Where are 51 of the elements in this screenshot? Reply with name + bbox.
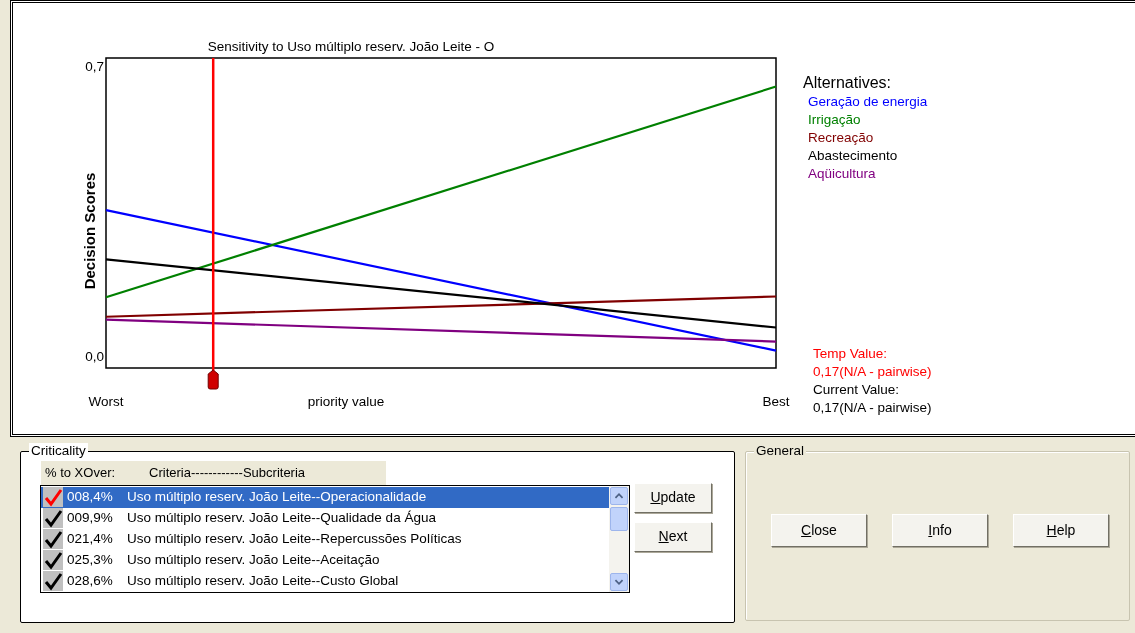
list-row[interactable]: 009,9% Uso múltiplo reserv. João Leite--Qualidade da Água (41, 507, 609, 529)
criteria-text: Uso múltiplo reserv. João Leite--Repercussões Políticas (127, 529, 462, 548)
scroll-up-icon[interactable] (610, 486, 628, 505)
axis-title: Decision Scores (81, 172, 98, 290)
percent-text: 021,4% (67, 529, 114, 548)
legend-item: Irrigação (808, 111, 862, 129)
legend-title: Alternatives: (803, 73, 893, 93)
axis-tick-label: Worst (88, 394, 124, 409)
temp-value: 0,17(N/A - pairwise) (813, 363, 932, 381)
criteria-text: Uso múltiplo reserv. João Leite--Custo Global (127, 571, 399, 590)
sensitivity-slider[interactable] (207, 58, 219, 390)
list-row[interactable]: 021,4% Uso múltiplo reserv. João Leite--Repercussões Políticas (41, 528, 609, 550)
column-header: % to XOver: (45, 464, 116, 482)
current-value: 0,17(N/A - pairwise) (813, 399, 932, 417)
scrollbar[interactable] (609, 485, 629, 592)
list-row[interactable]: 028,6% Uso múltiplo reserv. João Leite--Custo Global (41, 570, 609, 592)
legend-item: Abastecimento (808, 147, 899, 165)
criteria-list[interactable] (40, 484, 630, 593)
checkbox[interactable] (43, 529, 63, 549)
percent-text: 008,4% (67, 487, 114, 506)
list-row[interactable]: 025,3% Uso múltiplo reserv. João Leite--Aceitação (41, 549, 609, 571)
legend-item: Recreação (808, 129, 875, 147)
checkbox[interactable] (43, 508, 63, 528)
axis-tick-label: 0,0 (85, 348, 104, 364)
criteria-text: Uso múltiplo reserv. João Leite--Operacionalidade (127, 487, 427, 506)
next-button[interactable]: Next (634, 521, 712, 552)
dialog-button[interactable]: Help (1013, 514, 1109, 547)
scroll-thumb[interactable] (610, 506, 628, 531)
percent-text: 028,6% (67, 571, 114, 590)
dialog-button[interactable]: Info (892, 514, 988, 547)
temp-value-label: Temp Value: (813, 345, 889, 363)
column-header: Criteria------------Subcriteria (149, 464, 306, 482)
criteria-text: Uso múltiplo reserv. João Leite--Aceitação (127, 550, 380, 569)
criteria-text: Uso múltiplo reserv. João Leite--Qualidade da Água (127, 508, 436, 527)
axis-title: priority value (307, 394, 385, 409)
axis-tick-label: 0,7 (85, 59, 104, 75)
checkbox[interactable] (43, 571, 63, 591)
checkbox[interactable] (43, 550, 63, 570)
group-title: Criticality (29, 443, 88, 459)
legend-item: Aqüicultura (808, 165, 877, 183)
scroll-down-icon[interactable] (610, 572, 628, 591)
percent-text: 025,3% (67, 550, 114, 569)
current-value-label: Current Value: (813, 381, 901, 399)
dialog-button[interactable]: Close (771, 514, 867, 547)
update-button[interactable]: Update (634, 482, 712, 513)
legend-item: Geração de energia (808, 93, 929, 111)
axis-tick-label: Best (762, 394, 790, 409)
percent-text: 009,9% (67, 508, 114, 527)
list-row[interactable]: 008,4% Uso múltiplo reserv. João Leite--Operacionalidade (41, 486, 609, 508)
checkbox[interactable] (43, 487, 63, 507)
chart-title: Sensitivity to Uso múltiplo reserv. João Leite - O (207, 39, 495, 54)
